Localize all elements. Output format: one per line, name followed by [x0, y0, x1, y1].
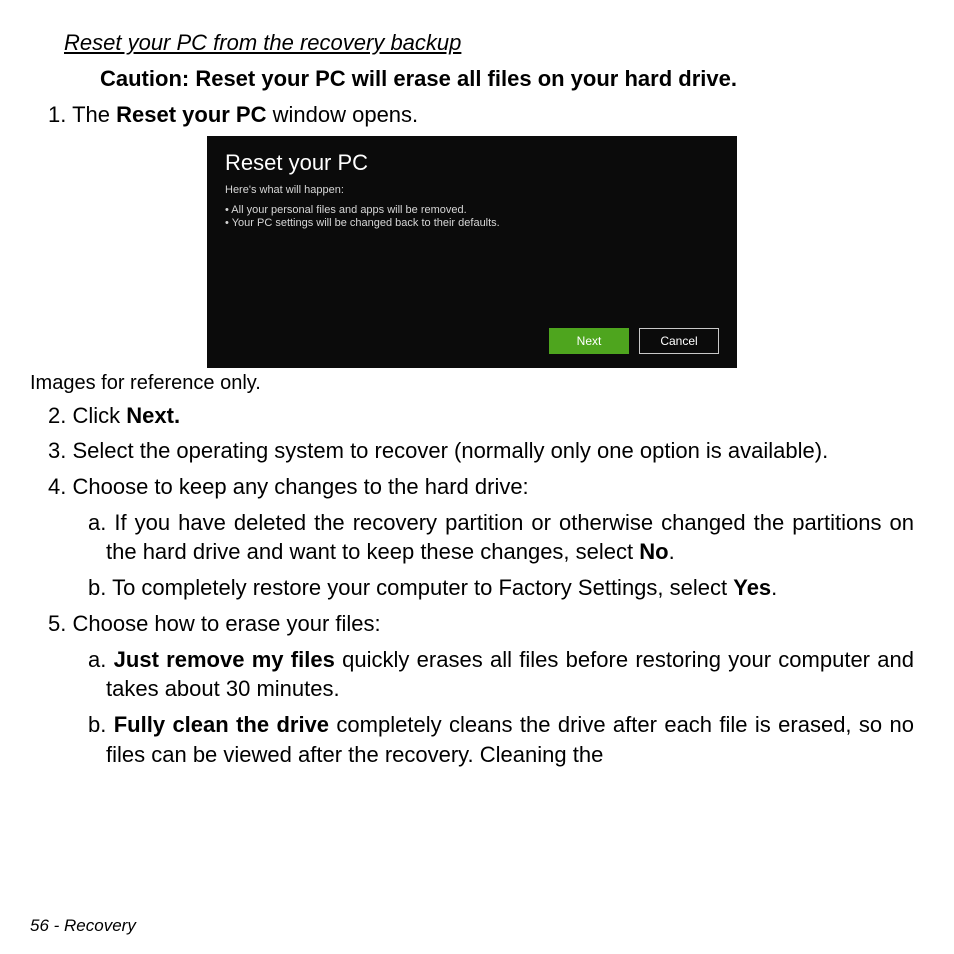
step-bold: Reset your PC [116, 102, 266, 127]
step-letter: b. [88, 575, 106, 600]
step-number: 3. [48, 438, 66, 463]
reset-pc-dialog: Reset your PC Here's what will happen: •… [207, 136, 737, 368]
step-letter: b. [88, 712, 106, 737]
step-text: Choose how to erase your files: [72, 611, 380, 636]
step-number: 5. [48, 611, 66, 636]
step-4: 4. Choose to keep any changes to the har… [46, 472, 914, 502]
step-text-post: window opens. [267, 102, 419, 127]
reference-note: Images for reference only. [30, 372, 914, 395]
step-bold: Yes [733, 575, 771, 600]
step-text: Choose to keep any changes to the hard d… [72, 474, 528, 499]
step-bold: Next. [126, 403, 180, 428]
dialog-button-row: Next Cancel [549, 328, 719, 354]
cancel-button[interactable]: Cancel [639, 328, 719, 354]
step-3: 3. Select the operating system to recove… [46, 436, 914, 466]
step-5a: a. Just remove my files quickly erases a… [88, 645, 914, 704]
step-1: 1. The Reset your PC window opens. [46, 100, 914, 130]
step-number: 1. [48, 102, 66, 127]
dialog-title: Reset your PC [225, 150, 719, 176]
section-title: Reset your PC from the recovery backup [64, 30, 914, 56]
step-5: 5. Choose how to erase your files: [46, 609, 914, 639]
step-4b: b. To completely restore your computer t… [88, 573, 914, 603]
step-text-post: . [771, 575, 777, 600]
caution-text: Caution: Reset your PC will erase all fi… [100, 66, 914, 92]
screenshot-container: Reset your PC Here's what will happen: •… [30, 136, 914, 368]
dialog-subtitle: Here's what will happen: [225, 184, 719, 196]
dialog-bullet-1: • All your personal files and apps will … [225, 204, 719, 216]
step-letter: a. [88, 647, 106, 672]
step-5b: b. Fully clean the drive completely clea… [88, 710, 914, 769]
step-letter: a. [88, 510, 106, 535]
next-button[interactable]: Next [549, 328, 629, 354]
step-text: Select the operating system to recover (… [72, 438, 828, 463]
step-text-post: . [669, 539, 675, 564]
step-bold: Just remove my files [114, 647, 335, 672]
step-number: 4. [48, 474, 66, 499]
step-text-pre: To completely restore your computer to F… [112, 575, 733, 600]
step-2: 2. Click Next. [46, 401, 914, 431]
page: Reset your PC from the recovery backup C… [0, 0, 954, 954]
page-footer: 56 - Recovery [30, 916, 136, 936]
step-number: 2. [48, 403, 66, 428]
step-text-pre: Click [72, 403, 126, 428]
step-bold: Fully clean the drive [114, 712, 329, 737]
step-bold: No [639, 539, 668, 564]
dialog-bullet-2: • Your PC settings will be changed back … [225, 217, 719, 229]
step-text-pre: If you have deleted the recovery partiti… [106, 510, 914, 565]
step-4a: a. If you have deleted the recovery part… [88, 508, 914, 567]
step-text-pre: The [72, 102, 116, 127]
